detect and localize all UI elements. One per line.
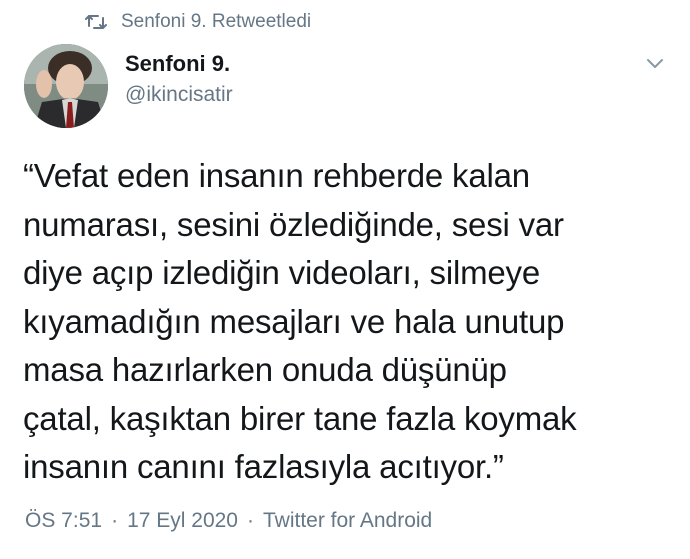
avatar[interactable] [24, 44, 108, 128]
tweet-card[interactable]: Senfoni 9. Retweetledi Senfoni 9. @ikinc… [0, 0, 690, 559]
retweet-icon [85, 13, 107, 31]
tweet-time[interactable]: ÖS 7:51 [25, 509, 102, 533]
retweet-label: Senfoni 9. Retweetledi [121, 11, 312, 32]
tweet-date[interactable]: 17 Eyl 2020 [127, 509, 238, 533]
tweet-source-link[interactable]: Twitter for Android [263, 509, 432, 533]
tweet-meta: ÖS 7:51 · 17 Eyl 2020 · Twitter for Andr… [25, 509, 432, 533]
author-block[interactable]: Senfoni 9. @ikincisatir [125, 50, 233, 109]
author-name[interactable]: Senfoni 9. [125, 50, 233, 78]
tweet-text: “Vefat eden insanın rehberde kalan numar… [23, 157, 577, 485]
retweet-context[interactable]: Senfoni 9. Retweetledi [85, 8, 311, 36]
chevron-down-icon [647, 59, 663, 68]
meta-separator: · [111, 509, 119, 532]
author-handle[interactable]: @ikincisatir [125, 81, 233, 109]
avatar-photo [24, 44, 108, 128]
meta-separator: · [246, 509, 254, 532]
tweet-menu-button[interactable] [642, 54, 668, 72]
